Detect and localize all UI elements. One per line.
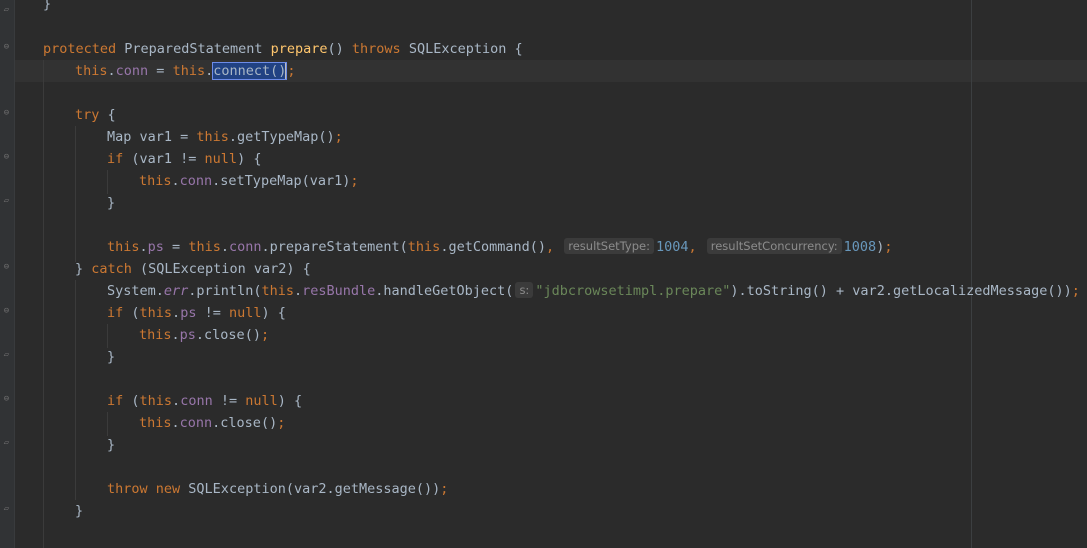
indent-guide <box>75 126 76 262</box>
fold-end-icon[interactable]: ▱ <box>2 6 11 15</box>
code-line[interactable]: } <box>75 500 83 522</box>
code-line[interactable]: protected PreparedStatement prepare() th… <box>43 38 523 60</box>
fold-start-icon[interactable]: ⊖ <box>2 43 11 52</box>
code-line[interactable]: System.err.println(this.resBundle.handle… <box>107 280 1080 302</box>
indent-guide <box>107 170 108 194</box>
fold-start-icon[interactable]: ⊖ <box>2 153 11 162</box>
indent-guide <box>75 280 76 500</box>
code-line[interactable]: throw new SQLException(var2.getMessage()… <box>107 478 448 500</box>
code-line[interactable]: this.conn.setTypeMap(var1); <box>139 170 358 192</box>
fold-start-icon[interactable]: ⊖ <box>2 263 11 272</box>
code-line[interactable]: } <box>107 192 115 214</box>
code-line[interactable]: } <box>43 0 51 15</box>
fold-start-icon[interactable]: ⊖ <box>2 395 11 404</box>
fold-end-icon[interactable]: ▱ <box>2 505 11 514</box>
code-editor[interactable]: ▱ ⊖ ⊖ ⊖ ▱ ⊖ ⊖ ▱ ⊖ ▱ ▱ } protected Prepar… <box>0 0 1087 548</box>
code-line[interactable]: this.ps = this.conn.prepareStatement(thi… <box>107 236 892 258</box>
text-caret: ; <box>285 63 296 79</box>
code-line[interactable]: } <box>107 434 115 456</box>
code-line[interactable]: Map var1 = this.getTypeMap(); <box>107 126 343 148</box>
gutter-divider <box>14 0 15 548</box>
parameter-hint: resultSetType: <box>564 238 654 254</box>
fold-end-icon[interactable]: ▱ <box>2 439 11 448</box>
fold-end-icon[interactable]: ▱ <box>2 351 11 360</box>
code-line[interactable]: if (this.conn != null) { <box>107 390 302 412</box>
code-line[interactable]: } <box>107 346 115 368</box>
editor-gutter: ▱ ⊖ ⊖ ⊖ ▱ ⊖ ⊖ ▱ ⊖ ▱ ▱ <box>0 0 14 548</box>
fold-start-icon[interactable]: ⊖ <box>2 109 11 118</box>
code-line[interactable]: } catch (SQLException var2) { <box>75 258 311 280</box>
code-line[interactable]: this.conn.close(); <box>139 412 285 434</box>
parameter-hint: resultSetConcurrency: <box>706 238 842 254</box>
code-line[interactable]: this.ps.close(); <box>139 324 269 346</box>
code-line[interactable]: this.conn = this.connect(); <box>75 60 296 82</box>
code-line[interactable]: try { <box>75 104 116 126</box>
right-margin-guide <box>971 0 972 548</box>
code-line[interactable]: if (var1 != null) { <box>107 148 261 170</box>
indent-guide <box>107 412 108 436</box>
parameter-hint: s: <box>515 282 534 298</box>
fold-start-icon[interactable]: ⊖ <box>2 307 11 316</box>
indent-guide <box>107 324 108 348</box>
fold-end-icon[interactable]: ▱ <box>2 197 11 206</box>
text-selection[interactable]: connect() <box>212 62 288 80</box>
indent-guide <box>43 60 44 548</box>
code-line[interactable]: if (this.ps != null) { <box>107 302 286 324</box>
